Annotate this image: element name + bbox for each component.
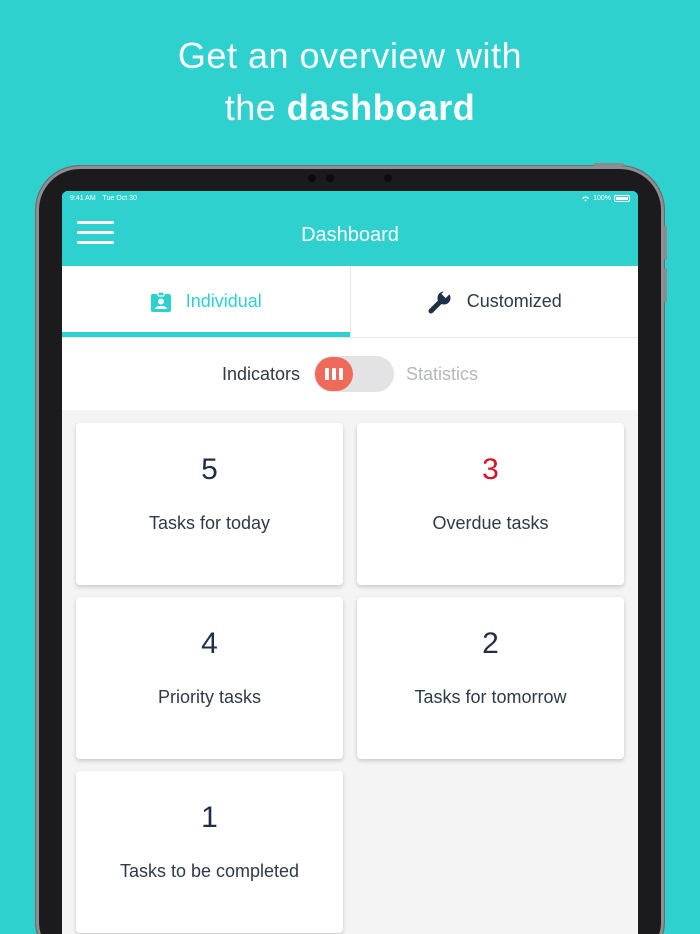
toggle-label-statistics[interactable]: Statistics	[406, 364, 478, 385]
view-toggle-row: Indicators Statistics	[62, 338, 638, 410]
tab-customized-label: Customized	[466, 291, 562, 311]
app-screen: 9:41 AM Tue Oct 30 100% Dashboard Indivi…	[62, 191, 638, 934]
status-bar: 9:41 AM Tue Oct 30 100%	[62, 191, 638, 205]
card-tasks-to-be-completed[interactable]: 1 Tasks to be completed	[76, 771, 343, 933]
card-tasks-for-tomorrow[interactable]: 2 Tasks for tomorrow	[357, 597, 624, 759]
switch-knob-icon	[315, 357, 353, 391]
camera-icon	[308, 174, 316, 182]
card-tasks-for-today[interactable]: 5 Tasks for today	[76, 423, 343, 585]
headline-prefix: the	[224, 87, 277, 128]
toggle-label-indicators[interactable]: Indicators	[222, 364, 300, 385]
card-label: Tasks to be completed	[119, 861, 300, 881]
card-label: Tasks for today	[148, 513, 271, 533]
indicator-card-grid: 5 Tasks for today 3 Overdue tasks 4 Prio…	[62, 410, 638, 934]
headline-bold-word: dashboard	[286, 87, 476, 128]
status-time: 9:41 AM	[70, 194, 96, 202]
battery-percent: 100%	[593, 194, 611, 202]
tab-individual-label: Individual	[185, 291, 262, 311]
front-camera-icon	[326, 174, 334, 182]
tablet-volume-down-button	[664, 268, 667, 302]
card-value: 1	[201, 801, 218, 834]
card-value: 4	[201, 627, 218, 660]
app-bar: Dashboard	[62, 205, 638, 266]
headline-line-2: the dashboard	[0, 82, 700, 134]
card-priority-tasks[interactable]: 4 Priority tasks	[76, 597, 343, 759]
card-overdue-tasks[interactable]: 3 Overdue tasks	[357, 423, 624, 585]
wrench-icon	[427, 288, 453, 315]
status-date: Tue Oct 30	[102, 194, 137, 202]
dashboard-tabs: Individual Customized	[62, 266, 638, 338]
id-badge-icon	[150, 290, 172, 313]
tablet-top-button	[594, 163, 624, 166]
card-value: 2	[482, 627, 499, 660]
headline-line-1: Get an overview with	[177, 35, 523, 76]
promo-headline: Get an overview with the dashboard	[0, 30, 700, 134]
hamburger-menu-icon[interactable]	[77, 221, 114, 247]
card-label: Priority tasks	[157, 687, 262, 707]
card-label: Overdue tasks	[432, 513, 549, 533]
tablet-volume-up-button	[664, 226, 667, 260]
page-title: Dashboard	[301, 224, 399, 246]
card-value: 3	[482, 453, 499, 486]
tab-individual[interactable]: Individual	[62, 266, 350, 337]
card-label: Tasks for tomorrow	[414, 687, 567, 707]
tab-customized[interactable]: Customized	[349, 266, 639, 337]
wifi-icon	[582, 196, 590, 202]
battery-icon	[614, 194, 630, 202]
indicators-statistics-switch[interactable]	[314, 356, 394, 392]
card-value: 5	[201, 453, 218, 486]
sensor-icon	[384, 174, 392, 182]
